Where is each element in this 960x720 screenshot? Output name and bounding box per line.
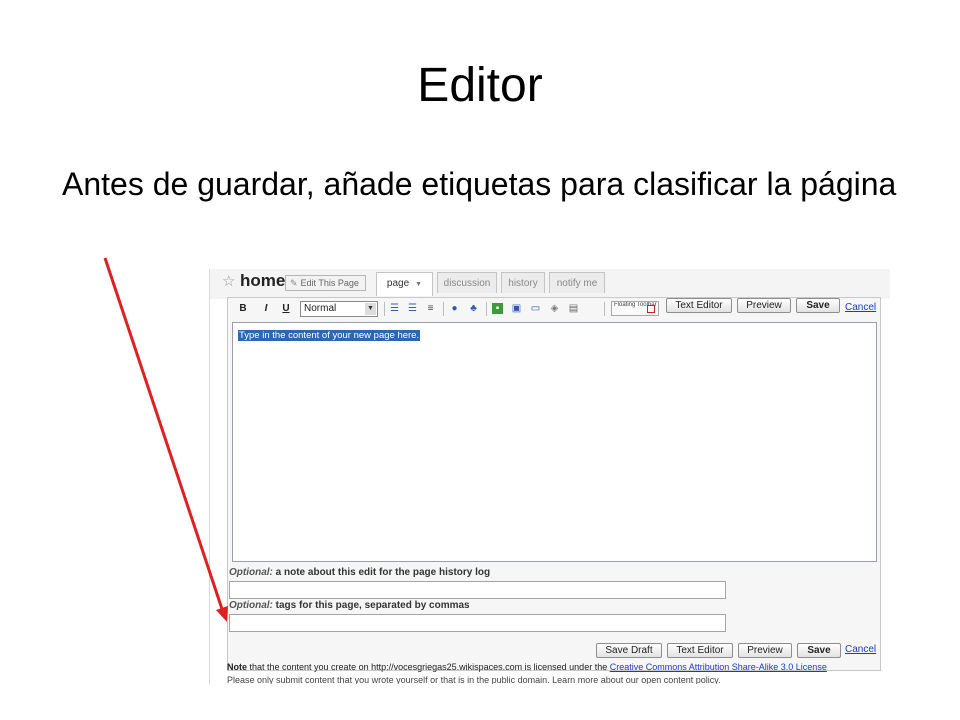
chevron-down-icon: ▼ xyxy=(365,303,376,315)
tab-notify-me[interactable]: notify me xyxy=(549,272,605,293)
toolbar-divider xyxy=(486,302,487,316)
external-link-icon[interactable]: ♣ xyxy=(468,303,479,314)
tab-discussion-label: discussion xyxy=(443,278,491,289)
edit-this-page-label: Edit This Page xyxy=(300,278,359,288)
wiki-editor-screenshot: ☆ home ✎ Edit This Page page ▼ discussion … xyxy=(209,269,890,684)
horizontal-rule-icon[interactable]: ≡ xyxy=(425,303,436,314)
tab-history[interactable]: history xyxy=(501,272,545,293)
edit-note-label-text: a note about this edit for the page hist… xyxy=(272,567,491,578)
tags-label: Optional: tags for this page, separated … xyxy=(229,600,470,611)
source-icon[interactable]: ▤ xyxy=(568,303,579,314)
tags-label-text: tags for this page, separated by commas xyxy=(272,600,470,611)
table-icon[interactable]: ▭ xyxy=(530,303,541,314)
bottom-save-button[interactable]: Save xyxy=(797,643,841,658)
edit-note-label: Optional: a note about this edit for the… xyxy=(229,567,490,578)
text-editor-button[interactable]: Text Editor xyxy=(666,298,732,313)
tags-input[interactable] xyxy=(229,614,726,632)
bottom-preview-button[interactable]: Preview xyxy=(738,643,792,658)
tab-discussion[interactable]: discussion xyxy=(437,272,497,293)
tab-notify-me-label: notify me xyxy=(556,278,598,289)
format-select-value: Normal xyxy=(304,303,337,314)
widget-icon[interactable]: ◈ xyxy=(549,303,560,314)
tab-page[interactable]: page ▼ xyxy=(376,272,433,296)
floating-toolbar-button[interactable]: Floating Toolbar xyxy=(611,301,659,316)
slide-body-text: Antes de guardar, añade etiquetas para c… xyxy=(62,166,897,202)
preview-button[interactable]: Preview xyxy=(737,298,791,313)
bottom-cancel-link[interactable]: Cancel xyxy=(845,644,876,655)
image-icon[interactable]: ▪ xyxy=(492,303,503,314)
license-link[interactable]: Creative Commons Attribution Share-Alike… xyxy=(610,662,827,672)
pencil-icon: ✎ xyxy=(290,278,298,288)
edit-this-page-button[interactable]: ✎ Edit This Page xyxy=(285,275,366,291)
content-editor-area[interactable]: Type in the content of your new page her… xyxy=(232,322,877,562)
toolbar-divider xyxy=(384,302,385,316)
link-icon[interactable]: ● xyxy=(449,303,460,314)
license-note-bold: Note xyxy=(227,662,247,672)
toolbar-divider xyxy=(604,302,605,316)
page-header-bar: ☆ home ✎ Edit This Page page ▼ discussion … xyxy=(210,269,890,299)
toolbar-divider xyxy=(443,302,444,316)
save-button[interactable]: Save xyxy=(796,298,840,313)
editor-panel: B I U Normal ▼ ☰ ☰ ≡ ● ♣ ▪ ▣ ▭ ◈ ▤ Floati… xyxy=(227,297,881,671)
file-icon[interactable]: ▣ xyxy=(511,303,522,314)
underline-button[interactable]: U xyxy=(279,301,293,317)
bold-button[interactable]: B xyxy=(236,301,250,317)
chevron-down-icon: ▼ xyxy=(415,281,423,288)
slide-title: Editor xyxy=(417,59,543,112)
tab-page-label: page xyxy=(386,278,410,289)
tab-history-label: history xyxy=(508,278,538,289)
page-title: home xyxy=(240,271,286,290)
editor-toolbar: B I U Normal ▼ ☰ ☰ ≡ ● ♣ ▪ ▣ ▭ ◈ ▤ Floati… xyxy=(228,298,880,322)
bottom-text-editor-button[interactable]: Text Editor xyxy=(667,643,733,658)
format-select[interactable]: Normal ▼ xyxy=(300,301,378,317)
floating-window-icon xyxy=(647,305,655,313)
tags-label-optional: Optional: xyxy=(229,600,273,611)
edit-note-label-optional: Optional: xyxy=(229,567,273,578)
content-placeholder: Type in the content of your new page her… xyxy=(238,330,421,341)
save-draft-button[interactable]: Save Draft xyxy=(596,643,662,658)
ordered-list-icon[interactable]: ☰ xyxy=(389,303,400,314)
edit-note-input[interactable] xyxy=(229,581,726,599)
license-note-second-line: Please only submit content that you wrot… xyxy=(227,675,721,684)
arrow-shaft xyxy=(103,257,225,613)
license-note: Note that the content you create on http… xyxy=(227,662,887,672)
star-icon[interactable]: ☆ xyxy=(222,272,235,290)
unordered-list-icon[interactable]: ☰ xyxy=(407,303,418,314)
license-note-text: that the content you create on http://vo… xyxy=(247,662,610,672)
cancel-link[interactable]: Cancel xyxy=(845,302,876,313)
italic-button[interactable]: I xyxy=(259,301,273,317)
